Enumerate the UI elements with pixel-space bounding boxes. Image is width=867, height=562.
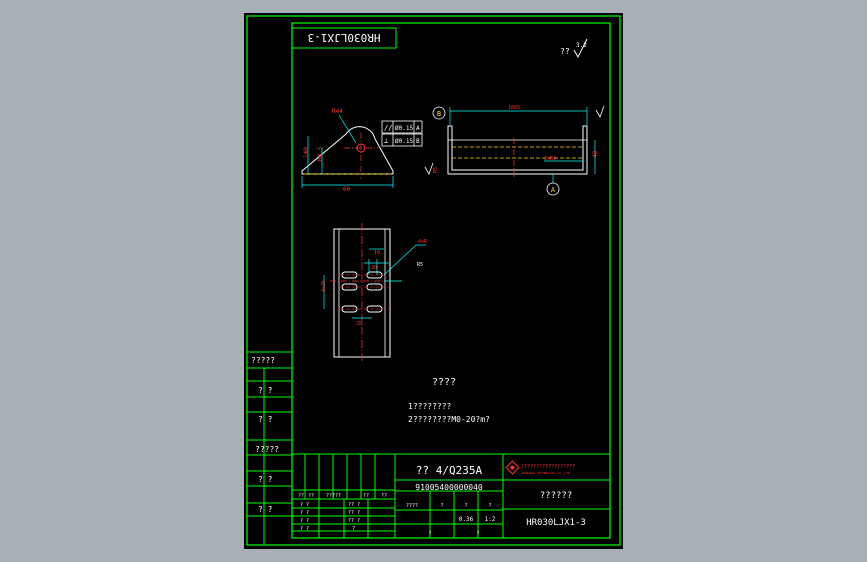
code-box-text: HR030LJX1-3 bbox=[308, 31, 381, 44]
sheet-b: ? bbox=[476, 531, 479, 537]
tb-row2-b: ?? ? bbox=[348, 502, 360, 508]
tb-row1-e: ?? bbox=[381, 493, 387, 499]
left-label-2: ? ? bbox=[258, 386, 273, 395]
slot-vertical-dim: 3x25 bbox=[321, 280, 327, 292]
part-number: 91005400000040 bbox=[415, 483, 483, 492]
weight-value: 0.36 bbox=[459, 516, 474, 523]
roughness-value: 3.2 bbox=[576, 42, 587, 49]
left-label-5: ? ? bbox=[258, 475, 273, 484]
tol-1-value: Ø0.15 bbox=[395, 125, 413, 132]
tb-row5-a: ? ? bbox=[300, 526, 309, 532]
mid-label-2: ? bbox=[440, 503, 443, 509]
tol-2-value: Ø0.15 bbox=[395, 138, 413, 145]
mid-label-1: ???? bbox=[406, 503, 418, 509]
slot-radius-dim-2: R5 bbox=[417, 262, 423, 268]
front-hole-dim: 2xR4 bbox=[544, 156, 556, 162]
drawing-code: HR030LJX1-3 bbox=[526, 518, 586, 528]
slot-length-dim: 28 bbox=[356, 321, 362, 327]
tol-1-datum: A bbox=[416, 125, 420, 132]
tech-req-title: ???? bbox=[432, 377, 456, 388]
roughness-label: ?? bbox=[560, 47, 570, 56]
tol-2-datum: B bbox=[416, 138, 420, 145]
tb-row1-a: ?? bbox=[298, 493, 304, 499]
tb-row4-b: ?? ? bbox=[348, 518, 360, 524]
tb-row3-a: ? ? bbox=[300, 510, 309, 516]
cad-drawing: ????? ? ? ? ? ????? ? ? ? ? HR030LJX1-3 … bbox=[246, 15, 621, 546]
scale-value: 1:2 bbox=[485, 516, 496, 523]
drawing-sheet: ????? ? ? ? ? ????? ? ? ? ? HR030LJX1-3 … bbox=[244, 13, 623, 549]
tb-row1-d: ?? bbox=[363, 493, 369, 499]
side-inner-dim: R4.5 bbox=[317, 146, 324, 161]
datum-b: B bbox=[437, 110, 441, 118]
left-label-6: ? ? bbox=[258, 505, 273, 514]
tb-row4-a: ? ? bbox=[300, 518, 309, 524]
bottom-view bbox=[323, 223, 426, 363]
tol-2-symbol: ⊥ bbox=[384, 137, 388, 145]
tb-row1-c: ????? bbox=[326, 493, 341, 499]
front-length-dim: 1665 bbox=[508, 105, 520, 111]
tb-row3-b: ?? ? bbox=[348, 510, 360, 516]
company-name: ?????????????????? bbox=[521, 464, 575, 470]
company-logo bbox=[505, 460, 520, 475]
left-label-4: ????? bbox=[255, 445, 279, 454]
slot-radius-dim: 4xR bbox=[418, 239, 428, 245]
tol-1-symbol: // bbox=[384, 124, 392, 132]
side-view bbox=[301, 114, 394, 188]
side-height-dim: 140 bbox=[303, 147, 310, 158]
sheet-a: ? bbox=[428, 531, 431, 537]
mid-label-4: ? bbox=[488, 503, 491, 509]
tb-row2-a: ? ? bbox=[300, 502, 309, 508]
tech-req-2: 2????????M0-20?m? bbox=[408, 415, 490, 424]
front-view bbox=[424, 105, 605, 196]
tb-row1-b: ?? bbox=[308, 493, 314, 499]
slot-width-dim: 10 bbox=[374, 250, 380, 256]
slot-pitch-dim: 20 bbox=[371, 265, 377, 271]
front-depth-dim: 40 bbox=[592, 150, 599, 158]
part-name: ?????? bbox=[540, 491, 573, 501]
side-radius-label: R44 bbox=[332, 108, 343, 115]
mid-label-3: ? bbox=[464, 503, 467, 509]
datum-a: A bbox=[551, 186, 556, 194]
left-label-3: ? ? bbox=[258, 415, 273, 424]
inner-frame bbox=[291, 22, 611, 539]
left-label-1: ????? bbox=[251, 356, 275, 365]
tech-req-1: 1???????? bbox=[408, 402, 452, 411]
material: ?? 4/Q235A bbox=[416, 464, 483, 477]
front-radius-dim: R5 bbox=[433, 167, 439, 173]
side-width-dim: 60 bbox=[343, 186, 351, 193]
company-name-en: SHANGHAI TECHNOLOGY CO.,LTD bbox=[521, 471, 570, 475]
tb-row5-b: ? bbox=[352, 526, 355, 532]
